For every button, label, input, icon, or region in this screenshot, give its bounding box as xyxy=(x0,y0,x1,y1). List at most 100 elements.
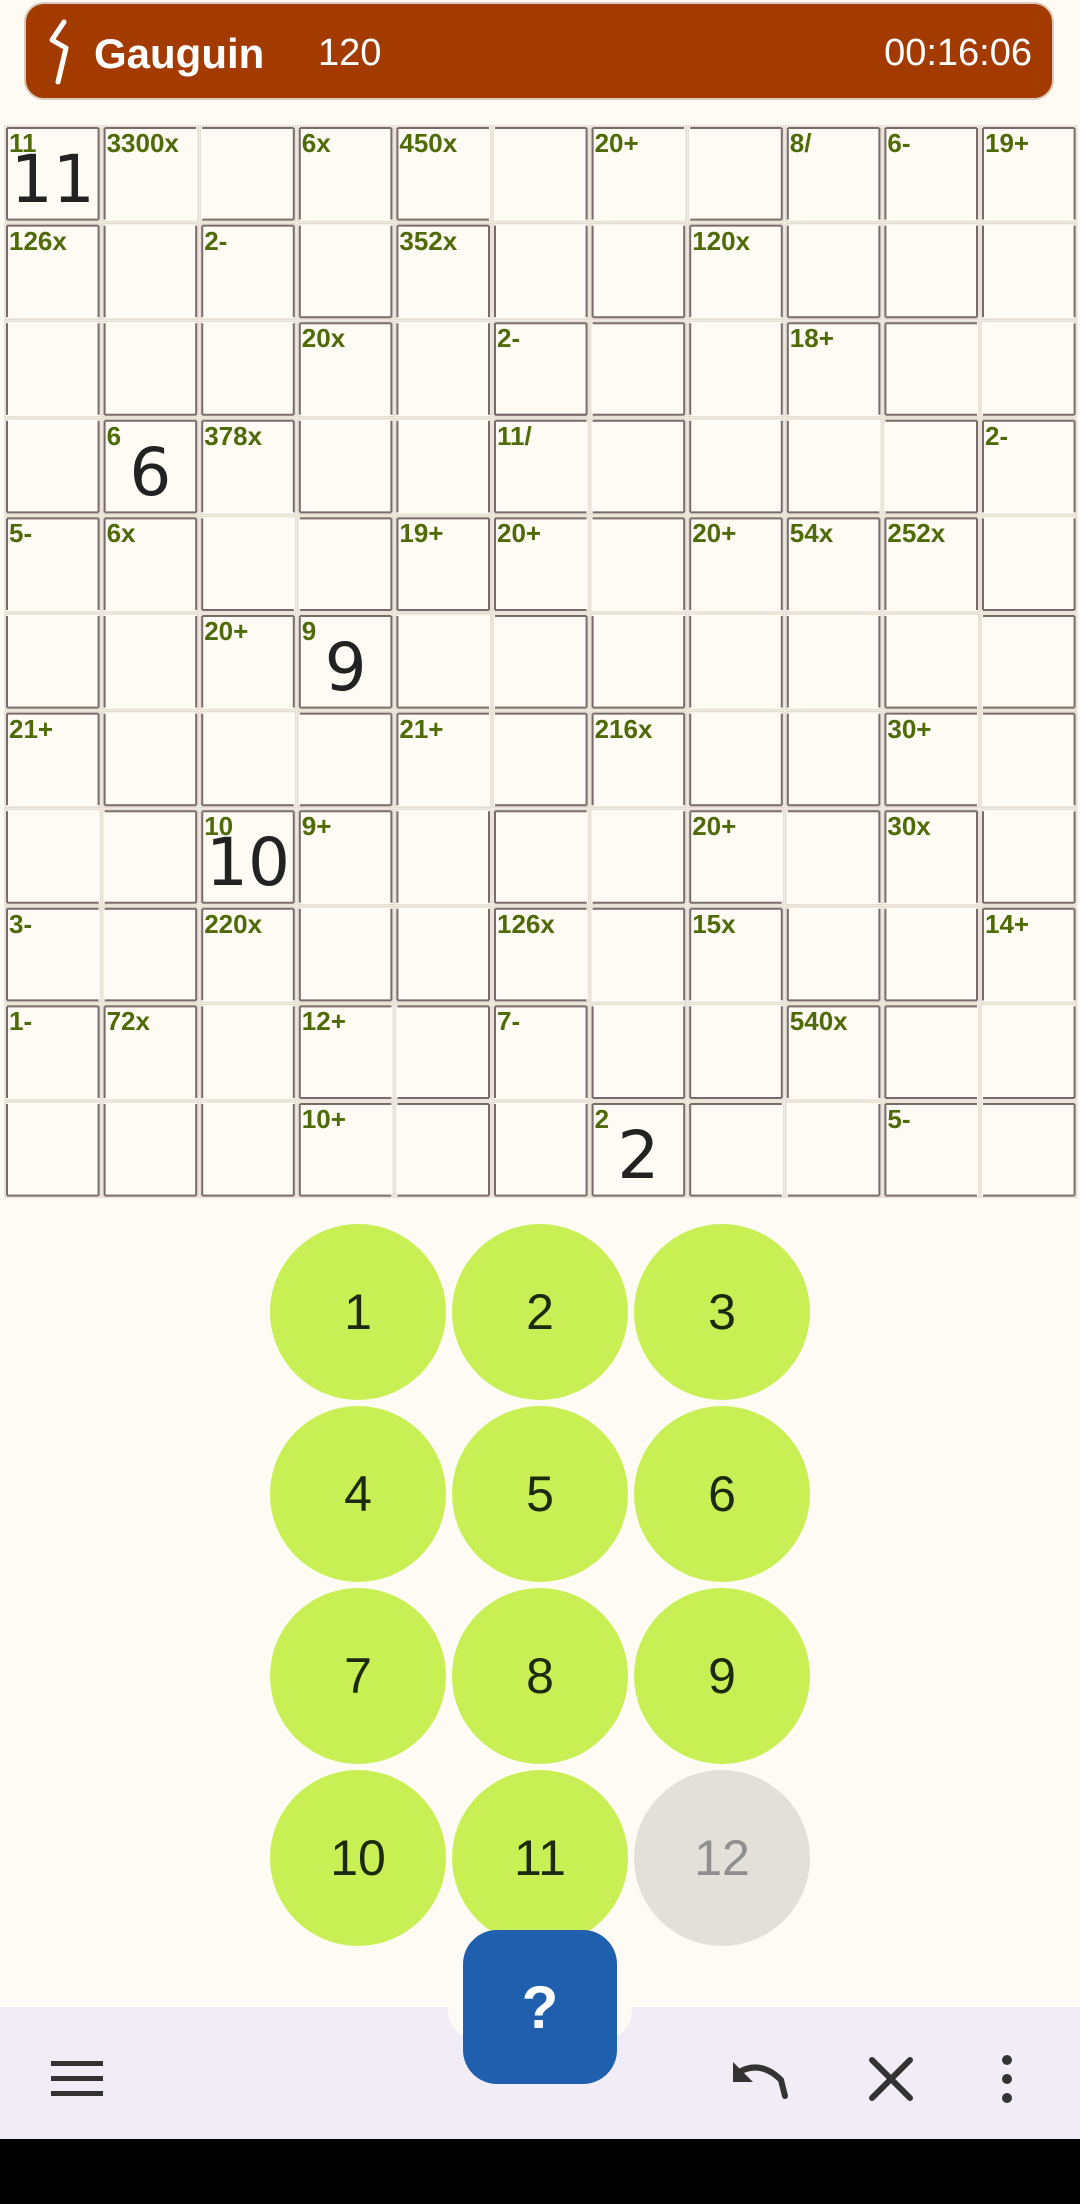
grid-cell[interactable]: 20+ xyxy=(590,125,688,223)
cage-clue: 126x xyxy=(9,225,67,256)
grid-cell[interactable]: 10 10 xyxy=(199,808,297,906)
cage-clue: 30+ xyxy=(887,713,932,744)
puzzle-grid: 11 11 3300x 6x 450x 20+ 8/6- 19+ 126x 2- 352x 120x 2… xyxy=(4,125,1079,1198)
keypad-button-11[interactable]: 11 xyxy=(452,1770,628,1946)
undo-button[interactable] xyxy=(724,2044,794,2114)
grid-cell[interactable]: 216x xyxy=(590,711,688,809)
grid-cell[interactable]: 54x xyxy=(785,515,883,613)
grid-cell[interactable]: 126x xyxy=(4,223,102,321)
grid-cell[interactable]: 20+ xyxy=(492,515,590,613)
cage-clue: 14+ xyxy=(985,908,1030,939)
grid-cell[interactable]: 22 xyxy=(590,1101,688,1199)
grid-cell[interactable]: 120x xyxy=(687,223,785,321)
grid-cell[interactable]: 19+ xyxy=(394,515,492,613)
grid-cell[interactable]: 66 xyxy=(102,418,200,516)
grid-cell[interactable]: 11/ xyxy=(492,418,590,516)
grid-cell[interactable]: 10+ xyxy=(297,1101,395,1199)
keypad-button-7[interactable]: 7 xyxy=(270,1588,446,1764)
grid-cell[interactable]: 21+ xyxy=(4,711,102,809)
keypad-button-8[interactable]: 8 xyxy=(452,1588,628,1764)
keypad-button-6[interactable]: 6 xyxy=(634,1406,810,1582)
grid-cell[interactable]: 126x xyxy=(492,906,590,1004)
undo-icon xyxy=(733,2062,788,2099)
cage-clue: 10+ xyxy=(301,1104,346,1134)
cell-value: 6 xyxy=(129,434,172,512)
keypad-button-12[interactable]: 12 xyxy=(634,1770,810,1946)
grid-cell[interactable]: 99 xyxy=(297,613,395,711)
grid-cell[interactable]: 9+ xyxy=(297,808,395,906)
grid-cell[interactable]: 1- xyxy=(4,1003,102,1101)
cage-clue: 54x xyxy=(789,518,834,549)
grid-cell[interactable]: 5- xyxy=(882,1101,980,1199)
cage-clue: 7- xyxy=(497,1006,521,1037)
grid-cell[interactable]: 220x xyxy=(199,906,297,1004)
grid-cell[interactable]: 21+ xyxy=(394,711,492,809)
grid-cell[interactable]: 3300x xyxy=(102,125,200,223)
grid-cell[interactable]: 30+ xyxy=(882,711,980,809)
grid-cell[interactable]: 18+ xyxy=(785,320,883,418)
cage-clue: 6x xyxy=(106,518,136,549)
cage-clue: 20+ xyxy=(692,518,737,549)
grid-cell[interactable]: 6x xyxy=(102,515,200,613)
grid-cell[interactable]: 6x xyxy=(297,125,395,223)
grid-cell[interactable]: 540x xyxy=(785,1003,883,1101)
cage-clue: 216x xyxy=(594,713,653,744)
grid-cell[interactable]: 5- xyxy=(4,515,102,613)
cage-clue: 2- xyxy=(985,420,1009,451)
keypad-button-2[interactable]: 2 xyxy=(452,1224,628,1400)
grid-cell[interactable]: 3- xyxy=(4,906,102,1004)
system-navigation-bar xyxy=(0,2139,1080,2204)
grid-cell[interactable]: 7- xyxy=(492,1003,590,1101)
cage-clue: 21+ xyxy=(9,713,54,744)
clear-button[interactable] xyxy=(856,2044,926,2114)
grid-cell[interactable]: 20+ xyxy=(687,515,785,613)
cage-clue: 5- xyxy=(9,518,33,549)
cage-clue: 21+ xyxy=(399,713,444,744)
grid-cell[interactable]: 2- xyxy=(199,223,297,321)
app-logo-icon xyxy=(49,19,69,85)
grid-cell[interactable]: 20+ xyxy=(687,808,785,906)
more-options-button[interactable] xyxy=(972,2044,1042,2114)
game-timer: 00:16:06 xyxy=(884,32,1032,74)
keypad-button-3[interactable]: 3 xyxy=(634,1224,810,1400)
cage-clue: 72x xyxy=(106,1006,150,1037)
grid-cell[interactable]: 15x xyxy=(687,906,785,1004)
cage-clue: 12+ xyxy=(301,1006,346,1037)
cage-clue: 20+ xyxy=(497,518,542,549)
keypad-button-1[interactable]: 1 xyxy=(270,1224,446,1400)
cell-value: 10 xyxy=(205,824,290,902)
keypad-button-5[interactable]: 5 xyxy=(452,1406,628,1582)
cage-clue: 20+ xyxy=(692,811,737,842)
grid-cell[interactable]: 352x xyxy=(394,223,492,321)
menu-button[interactable] xyxy=(42,2044,112,2114)
grid-cell[interactable]: 20x xyxy=(297,320,395,418)
grid-cell[interactable]: 30x xyxy=(882,808,980,906)
cage-clue: 252x xyxy=(887,518,946,549)
cage-clue: 6x xyxy=(301,128,331,158)
top-app-bar: Gauguin 120 00:16:06 xyxy=(24,2,1054,100)
cage-clue: 5- xyxy=(887,1104,911,1134)
keypad-button-9[interactable]: 9 xyxy=(634,1588,810,1764)
grid-cell[interactable]: 6- xyxy=(882,125,980,223)
grid-cell[interactable]: 19+ xyxy=(980,125,1078,223)
grid-cell[interactable]: 378x xyxy=(199,418,297,516)
cell-value: 9 xyxy=(324,629,367,707)
cage-clue: 3- xyxy=(9,908,33,939)
cage-clue: 20x xyxy=(301,323,346,354)
grid-cell[interactable]: 14+ xyxy=(980,906,1078,1004)
grid-cell[interactable]: 11 11 xyxy=(4,125,102,223)
grid-cell[interactable]: 2- xyxy=(980,418,1078,516)
keypad-button-4[interactable]: 4 xyxy=(270,1406,446,1582)
grid-cell[interactable]: 450x xyxy=(394,125,492,223)
more-vert-icon xyxy=(1002,2055,1012,2103)
grid-cell[interactable]: 20+ xyxy=(199,613,297,711)
grid-cell[interactable]: 252x xyxy=(882,515,980,613)
help-button[interactable]: ? xyxy=(463,1930,617,2084)
grid-cell[interactable]: 2- xyxy=(492,320,590,418)
grid-cell[interactable]: 12+ xyxy=(297,1003,395,1101)
keypad-button-10[interactable]: 10 xyxy=(270,1770,446,1946)
cage-clue: 1- xyxy=(9,1006,33,1037)
grid-cell[interactable]: 8/ xyxy=(785,125,883,223)
clear-icon xyxy=(869,2057,913,2101)
grid-cell[interactable]: 72x xyxy=(102,1003,200,1101)
